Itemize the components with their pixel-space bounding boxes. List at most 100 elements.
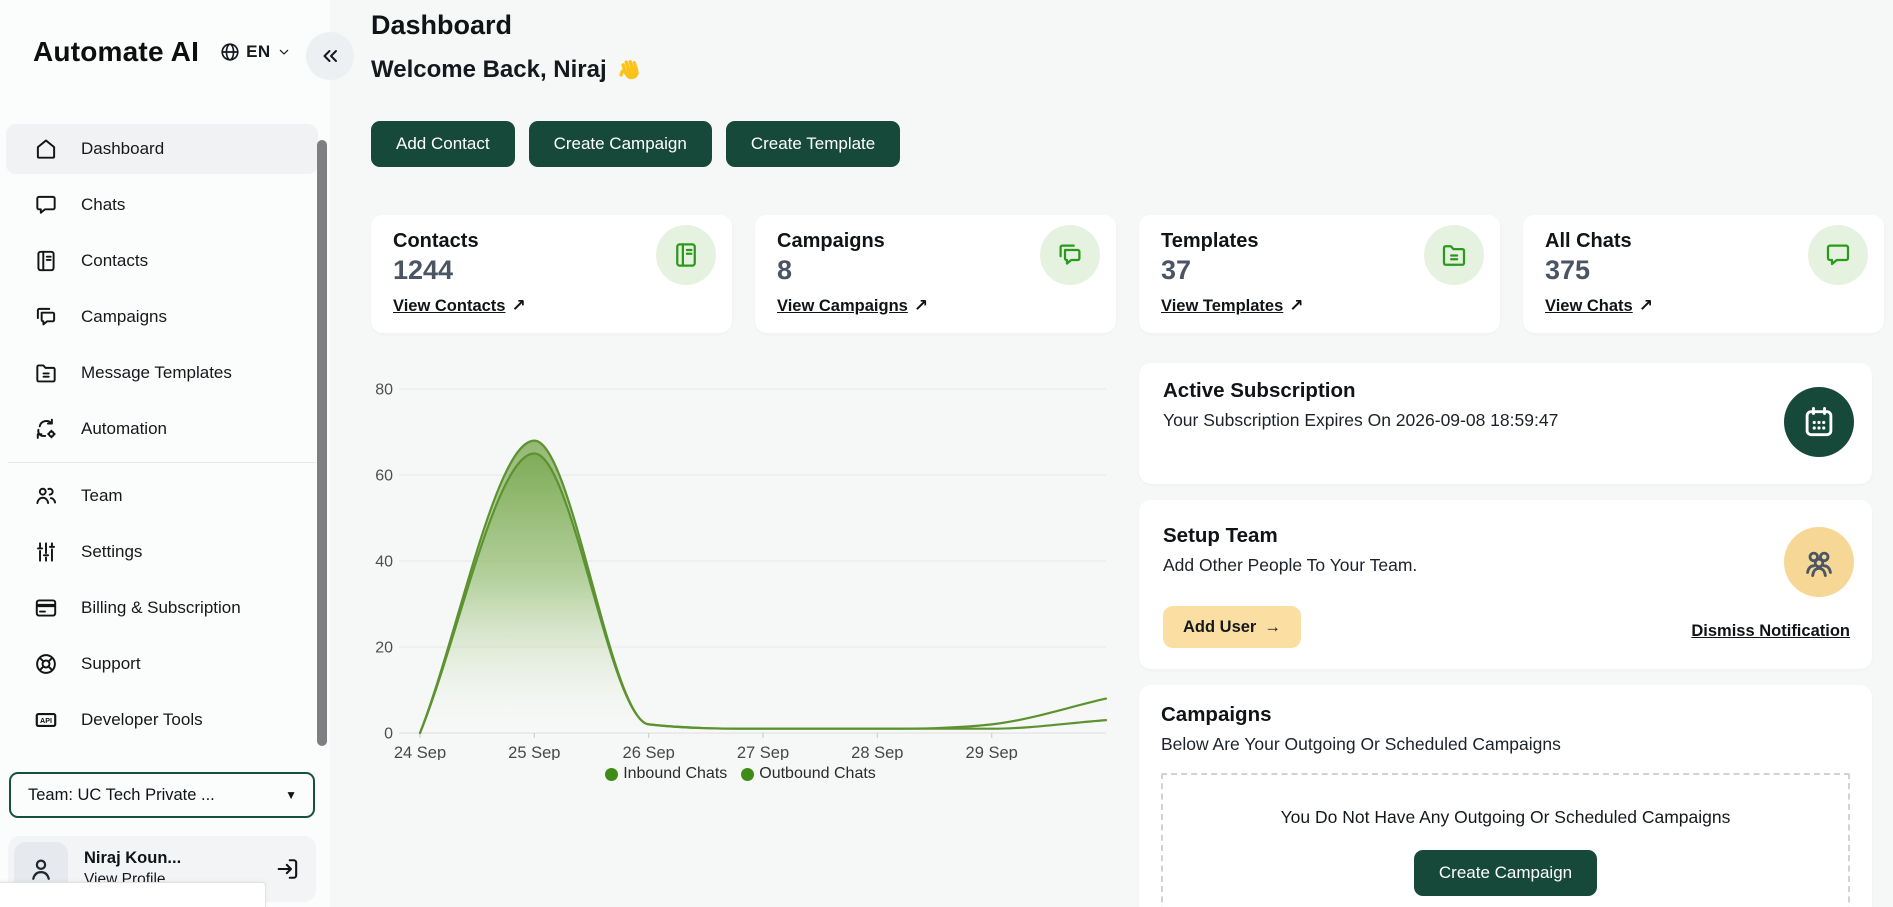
sidebar-item-label: Support [81, 654, 141, 674]
template-icon [1424, 225, 1484, 285]
legend-inbound-chats: Inbound Chats [605, 765, 727, 783]
sidebar-item-label: Chats [81, 195, 125, 215]
svg-text:80: 80 [375, 382, 393, 399]
svg-text:25 Sep: 25 Sep [508, 744, 560, 760]
arrow-up-right-icon: ↗ [511, 296, 525, 316]
credit-card-icon [33, 595, 59, 621]
lifebuoy-icon [33, 651, 59, 677]
sidebar-collapse-button[interactable] [306, 32, 354, 80]
svg-text:24 Sep: 24 Sep [394, 744, 446, 760]
page-title: Dashboard [371, 10, 512, 41]
campaigns-empty-state: You Do Not Have Any Outgoing Or Schedule… [1161, 773, 1850, 907]
svg-text:20: 20 [375, 640, 393, 657]
dismiss-notification-link[interactable]: Dismiss Notification [1691, 622, 1850, 641]
caret-down-icon: ▼ [285, 788, 297, 802]
chat-bubble-icon [1808, 225, 1868, 285]
sidebar-item-developer-tools[interactable]: API Developer Tools [6, 695, 318, 745]
stat-card-all-chats: All Chats 375 View Chats↗ [1523, 215, 1884, 333]
stat-card-contacts: Contacts 1244 View Contacts↗ [371, 215, 732, 333]
team-icon [33, 483, 59, 509]
sidebar-item-campaigns[interactable]: Campaigns [6, 292, 318, 342]
view-templates-link[interactable]: View Templates↗ [1161, 296, 1304, 316]
template-icon [33, 360, 59, 386]
arrow-up-right-icon: ↗ [1639, 296, 1653, 316]
view-contacts-link[interactable]: View Contacts↗ [393, 296, 526, 316]
contact-book-icon [656, 225, 716, 285]
campaign-icon [1040, 225, 1100, 285]
main-content: Dashboard Welcome Back, Niraj Add Contac… [330, 0, 1893, 907]
sidebar-item-label: Message Templates [81, 363, 232, 383]
active-subscription-card: Active Subscription Your Subscription Ex… [1139, 363, 1872, 484]
sidebar-item-automation[interactable]: Automation [6, 404, 318, 454]
sidebar-item-label: Dashboard [81, 139, 164, 159]
double-chevron-left-icon [318, 44, 342, 68]
legend-outbound-chats: Outbound Chats [741, 765, 876, 783]
stats-row: Contacts 1244 View Contacts↗ Campaigns 8… [371, 215, 1884, 333]
language-selector[interactable]: EN [219, 41, 292, 63]
sidebar-item-label: Automation [81, 419, 167, 439]
campaigns-card: Campaigns Below Are Your Outgoing Or Sch… [1139, 685, 1872, 907]
sidebar-item-label: Contacts [81, 251, 148, 271]
create-template-button[interactable]: Create Template [726, 121, 900, 167]
sidebar-scrollbar[interactable] [317, 140, 327, 746]
add-user-button[interactable]: Add User→ [1163, 606, 1301, 648]
sidebar-item-label: Campaigns [81, 307, 167, 327]
sidebar-item-dashboard[interactable]: Dashboard [6, 124, 318, 174]
legend-dot-icon [741, 768, 754, 781]
right-column: Active Subscription Your Subscription Ex… [1139, 363, 1872, 907]
popover-stub [0, 882, 266, 907]
setup-team-card: Setup Team Add Other People To Your Team… [1139, 500, 1872, 669]
chart-legend: Inbound Chats Outbound Chats [373, 765, 1108, 783]
chevron-down-icon [276, 44, 292, 60]
sidebar-divider [8, 462, 316, 463]
sidebar-item-settings[interactable]: Settings [6, 527, 318, 577]
profile-name: Niraj Koun... [84, 849, 274, 868]
create-campaign-button[interactable]: Create Campaign [529, 121, 712, 167]
svg-text:60: 60 [375, 468, 393, 485]
campaigns-empty-text: You Do Not Have Any Outgoing Or Schedule… [1163, 807, 1848, 828]
inbound-outbound-chart: 02040608024 Sep25 Sep26 Sep27 Sep28 Sep2… [373, 375, 1108, 800]
view-chats-link[interactable]: View Chats↗ [1545, 296, 1653, 316]
campaigns-subtitle: Below Are Your Outgoing Or Scheduled Cam… [1161, 734, 1850, 755]
setup-team-title: Setup Team [1163, 524, 1848, 548]
campaign-icon [33, 304, 59, 330]
stat-card-campaigns: Campaigns 8 View Campaigns↗ [755, 215, 1116, 333]
svg-text:40: 40 [375, 554, 393, 571]
sidebar-nav: Dashboard Chats Contacts Campaigns Messa… [6, 124, 318, 751]
logout-icon[interactable] [274, 855, 302, 883]
sidebar-item-team[interactable]: Team [6, 471, 318, 521]
chat-icon [33, 192, 59, 218]
quick-actions: Add Contact Create Campaign Create Templ… [371, 121, 900, 167]
arrow-right-icon: → [1264, 618, 1281, 637]
contact-book-icon [33, 248, 59, 274]
create-campaign-empty-button[interactable]: Create Campaign [1414, 850, 1597, 896]
settings-icon [33, 539, 59, 565]
team-selector-dropdown[interactable]: Team: UC Tech Private ... ▼ [9, 772, 315, 818]
person-icon [26, 854, 56, 884]
subscription-title: Active Subscription [1163, 379, 1848, 403]
sidebar-item-label: Billing & Subscription [81, 598, 241, 618]
welcome-message: Welcome Back, Niraj [371, 56, 644, 84]
view-campaigns-link[interactable]: View Campaigns↗ [777, 296, 928, 316]
arrow-up-right-icon: ↗ [914, 296, 928, 316]
sidebar-item-chats[interactable]: Chats [6, 180, 318, 230]
legend-dot-icon [605, 768, 618, 781]
sidebar-item-label: Settings [81, 542, 142, 562]
sidebar-item-message-templates[interactable]: Message Templates [6, 348, 318, 398]
home-icon [33, 136, 59, 162]
sidebar-item-contacts[interactable]: Contacts [6, 236, 318, 286]
svg-text:0: 0 [384, 726, 393, 743]
automation-icon [33, 416, 59, 442]
add-contact-button[interactable]: Add Contact [371, 121, 515, 167]
welcome-text: Welcome Back, Niraj [371, 56, 607, 84]
svg-text:27 Sep: 27 Sep [737, 744, 789, 760]
svg-text:26 Sep: 26 Sep [623, 744, 675, 760]
subscription-expiry: Your Subscription Expires On 2026-09-08 … [1163, 410, 1848, 431]
sidebar: Automate AI EN Dashboard Chats Contacts [0, 0, 330, 907]
svg-text:28 Sep: 28 Sep [851, 744, 903, 760]
chart-plot: 02040608024 Sep25 Sep26 Sep27 Sep28 Sep2… [373, 375, 1108, 760]
sidebar-item-billing[interactable]: Billing & Subscription [6, 583, 318, 633]
wave-emoji [617, 57, 644, 84]
app-window: Automate AI EN Dashboard Chats Contacts [0, 0, 1893, 907]
sidebar-item-support[interactable]: Support [6, 639, 318, 689]
